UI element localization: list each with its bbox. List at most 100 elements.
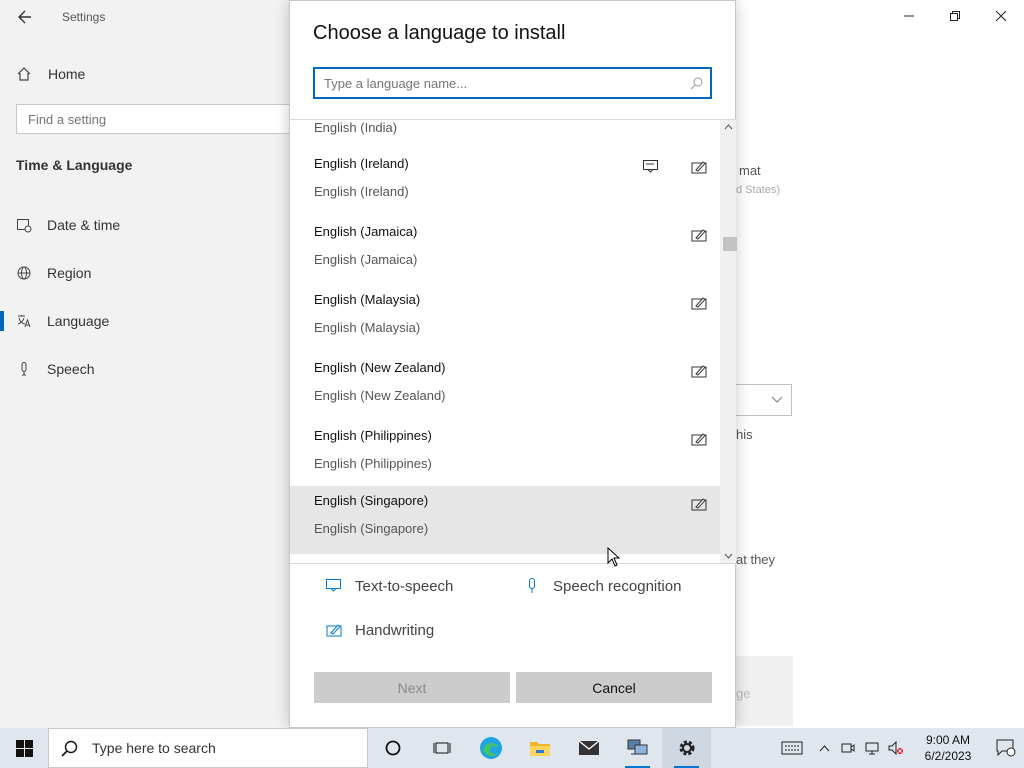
notification-icon [996, 739, 1016, 757]
taskbar: Type here to search 9:00 AM 6/2/2023 [0, 728, 1024, 768]
legend-speech-recognition: Speech recognition [523, 577, 681, 595]
taskbar-network-app[interactable] [613, 728, 662, 768]
chevron-down-icon [724, 553, 732, 559]
app-title: Settings [62, 10, 106, 24]
mouse-cursor-icon [607, 547, 621, 567]
language-icon [16, 313, 32, 329]
globe-icon [16, 265, 32, 281]
list-item[interactable]: English (Philippines) English (Philippin… [290, 421, 720, 489]
list-item-partial[interactable]: English (India) [314, 120, 397, 135]
taskbar-mail[interactable] [564, 728, 613, 768]
volume-button[interactable] [884, 728, 908, 768]
taskbar-file-explorer[interactable] [515, 728, 564, 768]
language-name: English (Philippines) [314, 428, 432, 443]
nav-home-label: Home [48, 66, 86, 82]
scroll-down-arrow[interactable] [720, 549, 736, 563]
taskbar-settings[interactable] [662, 728, 711, 768]
show-hidden-icons-button[interactable] [812, 728, 836, 768]
sidebar-item-label: Speech [47, 361, 95, 377]
taskbar-search-box[interactable]: Type here to search [48, 728, 368, 768]
language-native-name: English (Philippines) [314, 456, 432, 471]
cortana-circle-icon [385, 740, 400, 756]
legend-text-to-speech: Text-to-speech [325, 577, 453, 595]
legend-handwriting: Handwriting [325, 621, 434, 639]
taskbar-search-placeholder: Type here to search [92, 740, 216, 756]
home-icon [16, 66, 32, 82]
scroll-up-arrow[interactable] [720, 120, 736, 134]
clock-date: 6/2/2023 [924, 749, 972, 763]
language-name: English (Singapore) [314, 493, 429, 508]
restore-button[interactable] [932, 0, 978, 32]
meet-now-button[interactable] [836, 728, 860, 768]
cancel-button[interactable]: Cancel [516, 672, 712, 703]
language-search-input[interactable] [315, 69, 682, 97]
chevron-up-icon [819, 744, 829, 751]
sidebar-item-speech[interactable]: Speech [16, 357, 94, 381]
language-native-name: English (Singapore) [314, 521, 429, 536]
legend-label: Text-to-speech [355, 577, 454, 595]
handwriting-icon [690, 430, 708, 448]
language-native-name: English (Ireland) [314, 184, 409, 199]
windows-logo-icon [15, 739, 33, 757]
next-button[interactable]: Next [314, 672, 510, 703]
language-name: English (Malaysia) [314, 292, 421, 307]
text-to-speech-icon [325, 577, 343, 595]
dialog-title: Choose a language to install [313, 22, 566, 44]
find-setting-field[interactable] [16, 104, 296, 134]
sidebar-item-date-time[interactable]: Date & time [16, 213, 120, 237]
sidebar-item-language[interactable]: Language [16, 309, 109, 333]
find-setting-input[interactable] [17, 105, 295, 133]
background-region-value: d States) [736, 184, 781, 196]
language-native-name: English (Jamaica) [314, 252, 418, 267]
video-camera-icon [841, 743, 855, 753]
handwriting-icon [690, 362, 708, 380]
language-list: English (India) English (Ireland) Englis… [290, 120, 720, 563]
microphone-icon [523, 577, 541, 595]
search-icon [61, 740, 78, 757]
network-icon [865, 742, 879, 755]
keyboard-layout-button[interactable] [772, 728, 812, 768]
chevron-up-icon [724, 124, 732, 130]
close-button[interactable] [978, 0, 1024, 32]
sidebar-item-label: Language [47, 313, 110, 329]
notifications-button[interactable] [988, 728, 1024, 768]
list-item[interactable]: English (Malaysia) English (Malaysia) [290, 285, 720, 353]
back-button[interactable] [14, 6, 36, 28]
sidebar-item-region[interactable]: Region [16, 261, 91, 285]
calendar-clock-icon [16, 217, 32, 233]
nav-home[interactable]: Home [16, 62, 85, 86]
language-search-field[interactable] [313, 67, 712, 99]
system-tray: 9:00 AM 6/2/2023 [772, 728, 1024, 768]
text-to-speech-icon [642, 158, 660, 176]
list-item[interactable]: English (Jamaica) English (Jamaica) [290, 217, 720, 285]
list-scrollbar[interactable] [720, 120, 737, 563]
handwriting-icon [690, 158, 708, 176]
task-view-button[interactable] [417, 728, 466, 768]
cortana-button[interactable] [368, 728, 417, 768]
background-text-fragment: ge [736, 686, 751, 701]
network-status-button[interactable] [860, 728, 884, 768]
background-format-label: mat [739, 163, 761, 178]
task-view-icon [433, 742, 450, 754]
network-computers-icon [627, 739, 647, 755]
scroll-thumb[interactable] [723, 237, 737, 251]
sidebar-item-label: Region [47, 265, 92, 281]
list-item-selected[interactable]: English (Singapore) English (Singapore) [290, 486, 720, 554]
taskbar-clock[interactable]: 9:00 AM 6/2/2023 [908, 732, 988, 764]
background-text-fragment: at they [736, 552, 776, 567]
chevron-down-icon [771, 396, 783, 403]
active-nav-indicator [0, 311, 4, 331]
gear-icon [679, 740, 694, 756]
language-name: English (New Zealand) [314, 360, 446, 375]
start-button[interactable] [0, 728, 48, 768]
minimize-button[interactable] [886, 0, 932, 32]
keyboard-icon [781, 741, 803, 755]
choose-language-dialog: Choose a language to install English (In… [289, 0, 737, 728]
handwriting-icon [690, 294, 708, 312]
language-native-name: English (Malaysia) [314, 320, 421, 335]
taskbar-edge[interactable] [466, 728, 515, 768]
list-item[interactable]: English (New Zealand) English (New Zeala… [290, 353, 720, 421]
handwriting-icon [325, 621, 343, 639]
edge-browser-icon [479, 737, 502, 759]
list-item[interactable]: English (Ireland) English (Ireland) [290, 149, 720, 217]
